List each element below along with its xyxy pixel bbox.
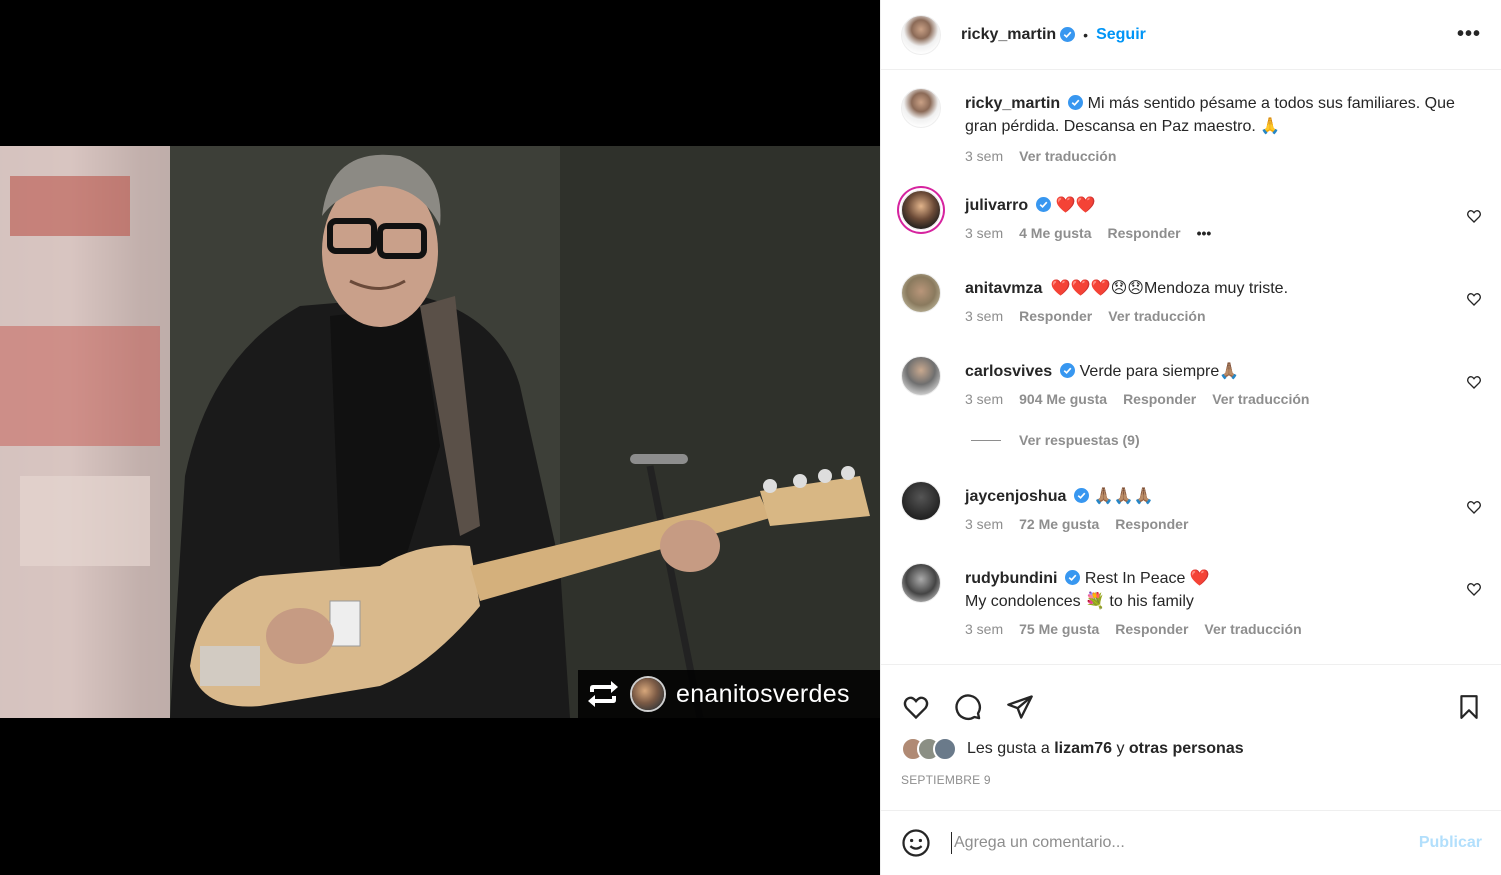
comment-text: Rest In Peace ❤️ bbox=[1084, 570, 1210, 587]
likes-conjunction: y bbox=[1116, 740, 1125, 757]
header-separator: • bbox=[1083, 26, 1089, 43]
post-photo[interactable] bbox=[0, 146, 880, 718]
comment-bubble-icon[interactable] bbox=[953, 693, 983, 721]
reply-button[interactable]: Responder bbox=[1115, 516, 1188, 532]
verified-badge-icon bbox=[1065, 570, 1081, 585]
like-comment-heart-icon[interactable] bbox=[1466, 291, 1482, 307]
comment-avatar[interactable] bbox=[901, 273, 941, 313]
post-header: ricky_martin • Seguir ••• bbox=[881, 0, 1501, 70]
view-replies-button[interactable]: Ver respuestas (9) bbox=[971, 432, 1140, 448]
comment-avatar[interactable] bbox=[901, 481, 941, 521]
comment-text: Verde para siempre🙏🏽 bbox=[1079, 363, 1240, 380]
translate-link[interactable]: Ver traducción bbox=[1212, 391, 1309, 407]
save-bookmark-icon[interactable] bbox=[1456, 693, 1482, 721]
comment-avatar[interactable] bbox=[901, 563, 941, 603]
translate-link[interactable]: Ver traducción bbox=[1019, 148, 1116, 164]
comment-likes[interactable]: 75 Me gusta bbox=[1019, 621, 1099, 637]
comment-time[interactable]: 3 sem bbox=[965, 621, 1003, 637]
text-caret bbox=[951, 832, 952, 854]
verified-badge-icon bbox=[1074, 488, 1090, 503]
caption-avatar[interactable] bbox=[901, 88, 941, 128]
comment-text-line2: My condolences 💐 to his family bbox=[965, 593, 1194, 610]
verified-badge-icon bbox=[1060, 27, 1076, 42]
comment-likes[interactable]: 904 Me gusta bbox=[1019, 391, 1107, 407]
post-actions: Les gusta a lizam76 y otras personas SEP… bbox=[881, 664, 1501, 787]
likers-avatars bbox=[901, 737, 957, 761]
translate-link[interactable]: Ver traducción bbox=[1204, 621, 1301, 637]
comment-item: rudybundini Rest In Peace ❤️ My condolen… bbox=[901, 563, 1486, 637]
comment-item: anitavmza ❤️❤️❤️😞😞Mendoza muy triste. 3 … bbox=[901, 273, 1486, 324]
likes-prefix: Les gusta a bbox=[967, 740, 1050, 757]
liker-username[interactable]: lizam76 bbox=[1054, 740, 1112, 758]
repost-avatar bbox=[630, 676, 666, 712]
share-send-icon[interactable] bbox=[1005, 693, 1035, 721]
comment-time[interactable]: 3 sem bbox=[965, 516, 1003, 532]
repost-tag[interactable]: enanitosverdes bbox=[578, 670, 880, 718]
comment-username[interactable]: julivarro bbox=[965, 197, 1028, 214]
verified-badge-icon bbox=[1036, 197, 1052, 212]
post-date[interactable]: SEPTIEMBRE 9 bbox=[881, 761, 1501, 787]
comment-item: julivarro ❤️❤️ 3 sem 4 Me gusta Responde… bbox=[901, 190, 1486, 241]
author-username[interactable]: ricky_martin bbox=[961, 26, 1056, 44]
comment-username[interactable]: carlosvives bbox=[965, 363, 1052, 380]
post-media[interactable]: enanitosverdes bbox=[0, 0, 880, 875]
comment-time[interactable]: 3 sem bbox=[965, 391, 1003, 407]
comment-username[interactable]: jaycenjoshua bbox=[965, 488, 1066, 505]
comment-time[interactable]: 3 sem bbox=[965, 308, 1003, 324]
more-options-icon[interactable]: ••• bbox=[1457, 23, 1481, 46]
like-comment-heart-icon[interactable] bbox=[1466, 374, 1482, 390]
replies-divider bbox=[971, 439, 1001, 441]
repost-username: enanitosverdes bbox=[676, 679, 850, 708]
view-replies-label: Ver respuestas (9) bbox=[1019, 432, 1140, 448]
reply-button[interactable]: Responder bbox=[1107, 225, 1180, 241]
verified-badge-icon bbox=[1060, 363, 1076, 378]
like-comment-heart-icon[interactable] bbox=[1466, 581, 1482, 597]
follow-button[interactable]: Seguir bbox=[1096, 26, 1146, 44]
comment-item: carlosvives Verde para siempre🙏🏽 3 sem 9… bbox=[901, 356, 1486, 407]
comment-avatar[interactable] bbox=[901, 190, 941, 230]
caption: ricky_martin Mi más sentido pésame a tod… bbox=[901, 88, 1486, 164]
comment-text: ❤️❤️ bbox=[1055, 197, 1096, 214]
likes-summary[interactable]: Les gusta a lizam76 y otras personas bbox=[881, 731, 1501, 761]
like-comment-heart-icon[interactable] bbox=[1466, 499, 1482, 515]
comment-more-icon[interactable]: ••• bbox=[1197, 225, 1212, 241]
reply-button[interactable]: Responder bbox=[1019, 308, 1092, 324]
caption-username[interactable]: ricky_martin bbox=[965, 95, 1060, 112]
comment-likes[interactable]: 4 Me gusta bbox=[1019, 225, 1091, 241]
likes-others-link[interactable]: otras personas bbox=[1129, 740, 1244, 758]
comment-text: ❤️❤️❤️😞😞Mendoza muy triste. bbox=[1050, 280, 1289, 297]
translate-link[interactable]: Ver traducción bbox=[1108, 308, 1205, 324]
verified-badge-icon bbox=[1068, 95, 1084, 110]
comment-input[interactable] bbox=[954, 834, 1374, 852]
post-side-panel: ricky_martin • Seguir ••• ricky_martin M… bbox=[880, 0, 1501, 875]
repost-icon bbox=[586, 679, 620, 709]
comment-username[interactable]: anitavmza bbox=[965, 280, 1042, 297]
caption-time[interactable]: 3 sem bbox=[965, 148, 1003, 164]
author-avatar[interactable] bbox=[901, 14, 941, 55]
publish-button[interactable]: Publicar bbox=[1419, 834, 1482, 852]
comment-item: jaycenjoshua 🙏🏽🙏🏽🙏🏽 3 sem 72 Me gusta Re… bbox=[901, 481, 1486, 532]
emoji-smiley-icon[interactable] bbox=[901, 828, 931, 858]
like-comment-heart-icon[interactable] bbox=[1466, 208, 1482, 224]
bassist-photo bbox=[0, 146, 880, 718]
comments-list[interactable]: ricky_martin Mi más sentido pésame a tod… bbox=[881, 70, 1501, 664]
add-comment-bar: Publicar bbox=[881, 810, 1501, 875]
comment-likes[interactable]: 72 Me gusta bbox=[1019, 516, 1099, 532]
comment-text: 🙏🏽🙏🏽🙏🏽 bbox=[1093, 488, 1154, 505]
reply-button[interactable]: Responder bbox=[1123, 391, 1196, 407]
comment-time[interactable]: 3 sem bbox=[965, 225, 1003, 241]
reply-button[interactable]: Responder bbox=[1115, 621, 1188, 637]
comment-avatar[interactable] bbox=[901, 356, 941, 396]
like-heart-icon[interactable] bbox=[901, 693, 931, 721]
comment-username[interactable]: rudybundini bbox=[965, 570, 1057, 587]
